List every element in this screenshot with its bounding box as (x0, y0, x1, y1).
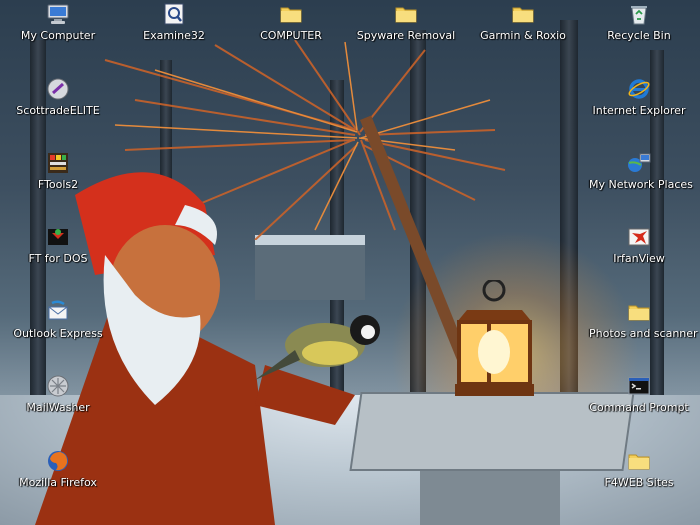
folder-icon (628, 454, 650, 470)
desktop-icon-label: FTools2 (37, 178, 79, 191)
scottrade-icon (47, 78, 69, 100)
desktop-icon-photos-and-scanner[interactable]: Photos and scanner (589, 300, 698, 340)
ftools-icon (48, 153, 68, 173)
desktop-icon-label: ScottradeELITE (16, 104, 100, 117)
my-computer-icon (47, 4, 69, 24)
desktop-icon-internet-explorer[interactable]: Internet Explorer (589, 77, 689, 117)
outlook-express-icon (48, 300, 68, 320)
desktop-icon-label: Garmin & Roxio (480, 29, 566, 42)
firefox-icon (48, 451, 68, 471)
desktop-icon-mailwasher[interactable]: MailWasher (8, 374, 108, 414)
desktop-icon-label: FT for DOS (28, 252, 88, 265)
network-places-icon (628, 153, 651, 172)
desktop-icon-outlook-express[interactable]: Outlook Express (8, 300, 108, 340)
desktop-icon-my-network-places[interactable]: My Network Places (589, 151, 693, 191)
desktop-icon-command-prompt[interactable]: Command Prompt (589, 374, 689, 414)
desktop-icon-f4web-sites[interactable]: F4WEB Sites (589, 449, 689, 489)
desktop-icon-my-computer[interactable]: My Computer (8, 2, 108, 42)
desktop-icon-label: Photos and scanner (589, 327, 698, 340)
desktop-icon-label: Command Prompt (589, 401, 689, 414)
folder-icon (395, 7, 417, 23)
ft-dos-icon (48, 229, 68, 245)
desktop-icon-irfanview[interactable]: IrfanView (589, 225, 689, 265)
desktop-icon-computer-folder[interactable]: COMPUTER (241, 2, 341, 42)
desktop-icon-label: My Network Places (589, 178, 693, 191)
desktop-icon-label: F4WEB Sites (604, 476, 674, 489)
folder-icon (280, 7, 302, 23)
irfanview-icon (628, 228, 650, 246)
desktop-icon-ftools2[interactable]: FTools2 (8, 151, 108, 191)
desktop-icon-label: Outlook Express (13, 327, 103, 340)
desktop-icon-label: My Computer (20, 29, 96, 42)
desktop-icon-label: IrfanView (613, 252, 665, 265)
desktop-icon-ft-for-dos[interactable]: FT for DOS (8, 225, 108, 265)
recycle-bin-icon (631, 6, 647, 25)
desktop-icon-label: MailWasher (26, 401, 90, 414)
desktop-icon-examine32[interactable]: Examine32 (124, 2, 224, 42)
internet-explorer-icon (628, 79, 650, 99)
desktop-icon-scottradeelite[interactable]: ScottradeELITE (8, 77, 108, 117)
mailwasher-icon (47, 375, 69, 397)
desktop-icon-mozilla-firefox[interactable]: Mozilla Firefox (8, 449, 108, 489)
folder-icon (628, 305, 650, 321)
desktop-icon-spyware-removal[interactable]: Spyware Removal (356, 2, 456, 42)
desktop-icon-label: COMPUTER (260, 29, 322, 42)
desktop-icon-label: Recycle Bin (607, 29, 671, 42)
desktop-icon-recycle-bin[interactable]: Recycle Bin (589, 2, 689, 42)
desktop-icon-label: Mozilla Firefox (19, 476, 97, 489)
desktop-icon-garmin-roxio[interactable]: Garmin & Roxio (473, 2, 573, 42)
desktop[interactable]: My Computer ScottradeELITE FTools2 FT fo… (0, 0, 700, 525)
examine32-icon (164, 3, 184, 25)
command-prompt-icon (628, 377, 650, 395)
desktop-icon-label: Spyware Removal (356, 29, 456, 42)
desktop-icon-label: Internet Explorer (592, 104, 686, 117)
desktop-icon-label: Examine32 (143, 29, 205, 42)
folder-icon (512, 7, 534, 23)
